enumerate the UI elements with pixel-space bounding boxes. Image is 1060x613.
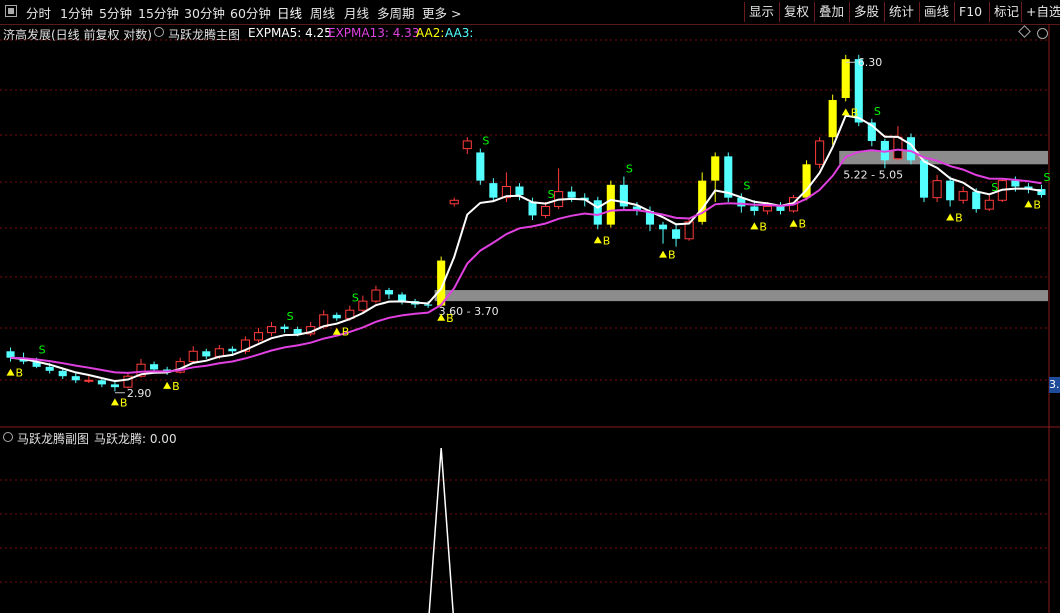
buy-signal-label: B bbox=[955, 211, 963, 224]
candle-body bbox=[762, 205, 772, 212]
buy-signal-label: B bbox=[851, 106, 859, 119]
candle-body bbox=[6, 351, 15, 358]
candle-body bbox=[567, 191, 576, 198]
candle-body bbox=[972, 191, 981, 210]
buy-arrow-icon bbox=[946, 213, 955, 221]
sell-signal-label: S bbox=[991, 181, 998, 194]
candle-body bbox=[84, 379, 94, 382]
candle-body bbox=[280, 326, 289, 330]
sub-indicator-spike bbox=[428, 447, 454, 613]
candle-body bbox=[984, 199, 994, 210]
sub-settings-icon[interactable] bbox=[3, 432, 13, 442]
buy-signal-label: B bbox=[668, 249, 676, 262]
expma13-line bbox=[10, 148, 1042, 374]
candle-body bbox=[528, 202, 537, 216]
buy-signal-label: B bbox=[799, 218, 807, 231]
candle-body bbox=[489, 183, 498, 198]
candle-body bbox=[97, 380, 106, 385]
candle-body bbox=[253, 332, 264, 341]
buy-arrow-icon bbox=[110, 398, 119, 406]
candle-body bbox=[932, 180, 942, 199]
candle-body bbox=[202, 351, 211, 357]
candle-body bbox=[750, 206, 759, 211]
candle-body bbox=[358, 300, 368, 311]
sell-signal-label: S bbox=[482, 135, 489, 148]
candle-body bbox=[698, 180, 707, 222]
buy-signal-label: B bbox=[172, 380, 180, 393]
candle-body bbox=[58, 370, 67, 377]
candle-body bbox=[919, 160, 929, 198]
candle-body bbox=[188, 350, 198, 363]
zone-label: 5.22 - 5.05 bbox=[843, 168, 903, 181]
candle-body bbox=[958, 191, 968, 201]
sell-signal-label: S bbox=[39, 344, 46, 357]
candle-body bbox=[71, 376, 80, 381]
candle-body bbox=[397, 294, 407, 302]
candle-body bbox=[384, 290, 394, 295]
sub-indicator-bar: 马跃龙腾副图 马跃龙腾: 0.00 bbox=[0, 429, 1060, 447]
candle-body bbox=[462, 140, 472, 150]
candle-body bbox=[1011, 180, 1020, 187]
candle-body bbox=[110, 384, 119, 388]
support-zone bbox=[839, 150, 1048, 165]
buy-arrow-icon bbox=[593, 236, 602, 244]
buy-signal-label: B bbox=[1033, 198, 1041, 211]
candle-body bbox=[658, 224, 668, 230]
buy-arrow-icon bbox=[1024, 200, 1033, 208]
buy-arrow-icon bbox=[750, 222, 759, 230]
chart-canvas[interactable]: 3.60 - 3.705.22 - 5.05 BBBBBBBB BBBBSSSSS… bbox=[0, 0, 1060, 613]
sell-signal-label: S bbox=[548, 188, 555, 201]
buy-arrow-icon bbox=[789, 219, 798, 227]
buy-arrow-icon bbox=[841, 108, 850, 116]
candle-body bbox=[449, 199, 459, 205]
buy-arrow-icon bbox=[163, 381, 172, 389]
candle-body bbox=[476, 152, 485, 181]
sell-signal-label: S bbox=[626, 162, 633, 175]
buy-arrow-icon bbox=[332, 327, 341, 335]
sell-signal-label: S bbox=[352, 292, 359, 305]
candle-body bbox=[841, 59, 850, 98]
candle-body bbox=[606, 184, 615, 225]
candle-body bbox=[515, 186, 524, 196]
candle-body bbox=[672, 229, 681, 239]
candle-body bbox=[711, 156, 720, 181]
buy-arrow-icon bbox=[6, 368, 15, 376]
current-price-label: 3. bbox=[1049, 377, 1060, 393]
candle-body bbox=[828, 100, 837, 138]
candle-body bbox=[214, 348, 224, 357]
buy-signal-label: B bbox=[342, 326, 350, 339]
sell-signal-label: S bbox=[1043, 171, 1050, 184]
candle-body bbox=[776, 206, 785, 211]
price-annotation: 2.90 bbox=[127, 387, 152, 400]
candle-body bbox=[332, 314, 341, 319]
sub-indicator-name[interactable]: 马跃龙腾副图 bbox=[17, 430, 89, 447]
candle-body bbox=[946, 180, 955, 201]
buy-arrow-icon bbox=[659, 250, 668, 258]
candle-body bbox=[541, 205, 551, 216]
candle-body bbox=[266, 326, 277, 334]
buy-signal-label: B bbox=[446, 312, 454, 325]
buy-signal-label: B bbox=[603, 234, 611, 247]
candle-body bbox=[45, 366, 54, 371]
candle-body bbox=[150, 364, 159, 370]
candle-body bbox=[424, 304, 433, 306]
candle-body bbox=[228, 348, 237, 352]
buy-signal-label: B bbox=[16, 367, 24, 380]
price-annotation: 6.30 bbox=[858, 56, 883, 69]
support-zone bbox=[434, 290, 1048, 302]
sub-indicator-value: 马跃龙腾: 0.00 bbox=[94, 432, 177, 446]
candle-body bbox=[371, 289, 381, 302]
candle-body bbox=[893, 136, 903, 160]
sell-signal-label: S bbox=[743, 179, 750, 192]
sell-signal-label: S bbox=[874, 105, 881, 118]
buy-signal-label: B bbox=[759, 220, 767, 233]
sell-signal-label: S bbox=[287, 310, 294, 323]
candle-body bbox=[815, 140, 825, 165]
candle-body bbox=[593, 200, 602, 225]
